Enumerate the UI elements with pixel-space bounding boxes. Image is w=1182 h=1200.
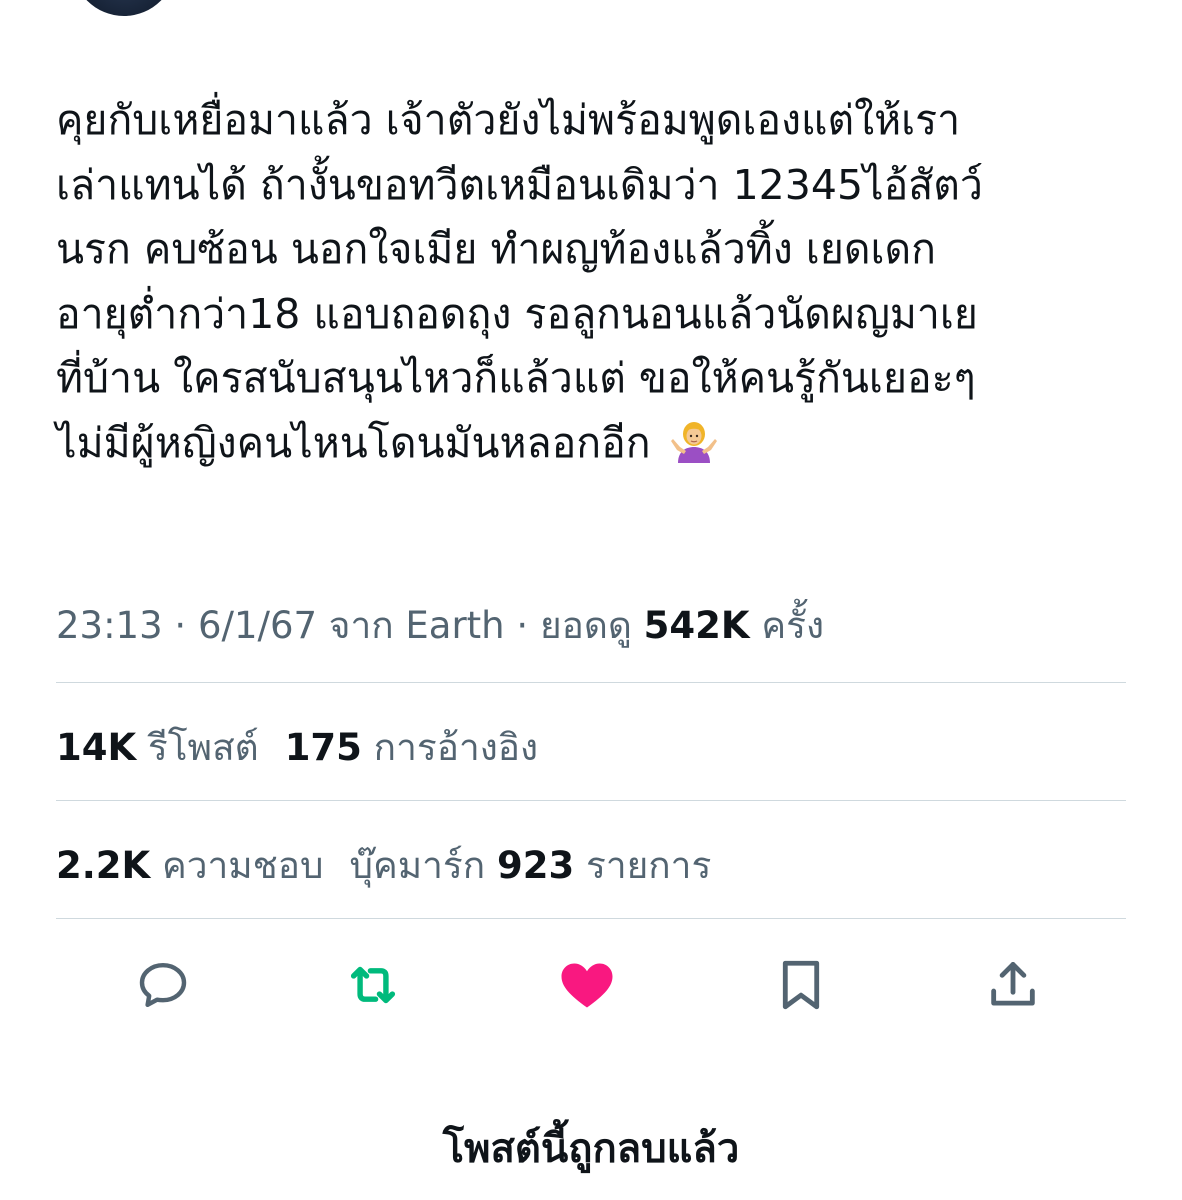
tweet-line: คุยกับเหยื่อมาแล้ว เจ้าตัวยังไม่พร้อมพูด…: [56, 96, 961, 144]
meta-separator: ·: [162, 604, 198, 647]
quotes-count: 175: [284, 726, 362, 769]
tweet-line: อายุต่ำกว่า18 แอบถอดถุง รอลูกนอนแล้วนัดผ…: [56, 289, 978, 338]
tweet-date[interactable]: 6/1/67: [198, 604, 317, 647]
like-button[interactable]: [552, 950, 622, 1020]
woman-shrugging-emoji: [670, 421, 717, 463]
bookmarks-link[interactable]: บุ๊คมาร์ก 923 รายการ: [350, 844, 712, 887]
tweet-time[interactable]: 23:13: [56, 604, 163, 647]
bookmark-button[interactable]: [766, 950, 836, 1020]
tweet-line-last: ไม่มีผู้หญิงคนไหนโดนมันหลอกอีก: [56, 411, 1136, 476]
reply-button[interactable]: [128, 950, 198, 1020]
reposts-link[interactable]: 14K รีโพสต์: [56, 726, 259, 769]
divider: [56, 918, 1126, 919]
retweet-button[interactable]: [338, 950, 408, 1020]
tweet-line: เล่าแทนได้ ถ้างั้นขอทวีตเหมือนเดิมว่า 12…: [56, 160, 983, 209]
quotes-label: การอ้างอิง: [361, 726, 539, 769]
meta-separator: ·: [504, 604, 540, 647]
bookmarks-count: 923: [496, 844, 575, 887]
reposts-label: รีโพสต์: [136, 726, 259, 769]
divider: [56, 800, 1126, 801]
tweet-line-text: ไม่มีผู้หญิงคนไหนโดนมันหลอกอีก: [56, 418, 651, 467]
bookmark-icon: [782, 960, 820, 1010]
quotes-link[interactable]: 175 การอ้างอิง: [285, 726, 538, 769]
tweet-text: คุยกับเหยื่อมาแล้ว เจ้าตัวยังไม่พร้อมพูด…: [56, 88, 1136, 476]
share-button[interactable]: [978, 950, 1048, 1020]
action-bar: [0, 940, 1182, 1030]
tweet-meta: 23:13 · 6/1/67 จาก Earth · ยอดดู 542K คร…: [56, 596, 824, 655]
likes-count: 2.2K: [56, 844, 151, 887]
like-stats: 2.2K ความชอบ บุ๊คมาร์ก 923 รายการ: [56, 836, 711, 895]
tweet-source: จาก Earth: [317, 604, 505, 647]
post-deleted-notice: โพสต์นี้ถูกลบแล้ว: [442, 1126, 740, 1172]
views-count: 542K: [643, 604, 750, 647]
tweet-line: ที่บ้าน ใครสนับสนุนไหวก็แล้วแต่ ขอให้คนร…: [56, 354, 976, 403]
bookmarks-suffix: รายการ: [574, 844, 712, 887]
divider: [56, 682, 1126, 683]
views-label: ยอดดู: [539, 604, 644, 647]
repost-stats: 14K รีโพสต์ 175 การอ้างอิง: [56, 718, 538, 777]
reply-icon: [139, 962, 187, 1008]
avatar[interactable]: [72, 0, 176, 16]
likes-label: ความชอบ: [150, 844, 324, 887]
views-suffix: ครั้ง: [749, 604, 825, 647]
share-icon: [991, 962, 1035, 1006]
retweet-icon: [350, 966, 396, 1004]
reposts-count: 14K: [56, 726, 137, 769]
likes-link[interactable]: 2.2K ความชอบ: [56, 844, 324, 887]
bookmarks-label: บุ๊คมาร์ก: [349, 844, 497, 887]
like-icon: [561, 963, 613, 1008]
tweet-line: นรก คบซ้อน นอกใจเมีย ทำผญท้องแล้วทิ้ง เย…: [56, 225, 936, 274]
